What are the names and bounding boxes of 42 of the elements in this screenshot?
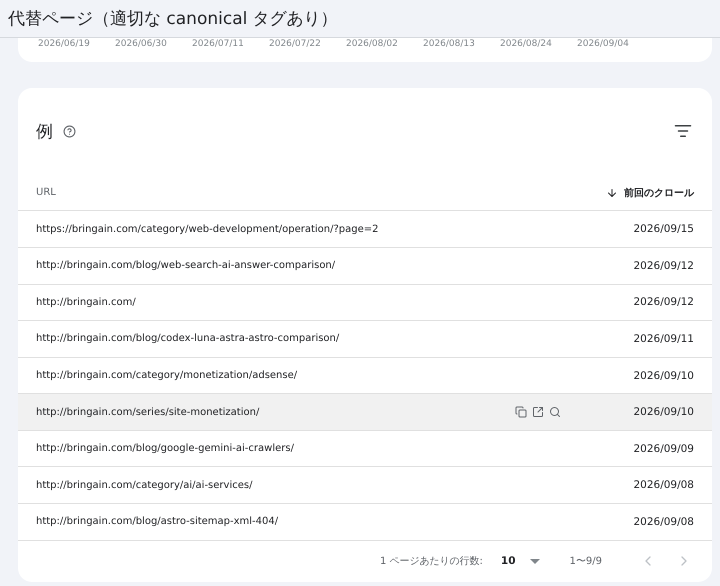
date-cell: 2026/09/09: [633, 442, 694, 455]
url-cell-text: http://bringain.com/series/site-monetization/: [36, 406, 260, 418]
url-cell-text: http://bringain.com/blog/google-gemini-ai-crawlers/: [36, 443, 295, 454]
help-icon[interactable]: [63, 124, 76, 138]
date-cell: 2026/09/11: [633, 332, 694, 345]
column-header[interactable]: 前回のクロール: [606, 186, 694, 200]
date-cell: 2026/09/12: [633, 260, 694, 272]
open-link-icon[interactable]: [532, 406, 544, 418]
caret-icon: [530, 558, 540, 564]
table-row[interactable]: http://bringain.com/category/monetization/adsense/ 2026/09/10: [18, 358, 712, 394]
url-cell-text: http://bringain.com/blog/astro-sitemap-xml-404/: [36, 516, 280, 528]
copy-icon[interactable]: [515, 406, 528, 418]
url-cell-text: http://bringain.com/category/monetization/adsense/: [36, 370, 298, 382]
axis-label: 2026/06/19: [38, 38, 91, 50]
rows-per-page-label: 1 ページあたりの行数:: [380, 555, 483, 568]
rows-per-page-select[interactable]: 10: [500, 555, 540, 568]
axis-label: 2026/07/11: [192, 38, 245, 50]
date-cell: 2026/09/12: [633, 296, 694, 308]
axis-label: 2026/08/24: [500, 38, 553, 50]
url-cell-text: http://bringain.com/: [36, 296, 137, 308]
axis-label: 2026/08/02: [346, 38, 399, 50]
date-cell: 2026/09/15: [633, 223, 694, 236]
column-header[interactable]: URL: [36, 187, 56, 198]
table-row[interactable]: http://bringain.com/ 2026/09/12: [18, 284, 712, 322]
axis-label: 2026/07/22: [269, 38, 322, 50]
url-cell-text: http://bringain.com/category/ai/ai-services/: [36, 480, 254, 491]
date-cell: 2026/09/10: [633, 370, 694, 382]
date-cell: 2026/09/10: [633, 406, 694, 418]
sort-arrow-icon: [606, 186, 618, 199]
url-cell-text: https://bringain.com/category/web-development/operation/?page=2: [36, 224, 380, 235]
page-title: 代替ページ（適切な canonical タグあり）: [8, 8, 338, 30]
axis-label: 2026/08/13: [423, 38, 476, 50]
url-cell-text: http://bringain.com/blog/web-search-ai-answer-comparison/: [36, 260, 336, 272]
url-cell-text: http://bringain.com/blog/codex-luna-astra-astro-comparison/: [36, 333, 340, 344]
card-title: 例: [36, 120, 53, 143]
axis-label: 2026/09/04: [577, 38, 630, 50]
axis-label: 2026/06/30: [115, 38, 168, 50]
date-cell: 2026/09/08: [633, 516, 694, 528]
table-row[interactable]: http://bringain.com/series/site-monetization/ 2026/09/10: [18, 394, 712, 431]
date-cell: 2026/09/08: [633, 479, 694, 492]
page-range: 1〜9/9: [570, 555, 602, 568]
search-icon[interactable]: [549, 406, 562, 418]
